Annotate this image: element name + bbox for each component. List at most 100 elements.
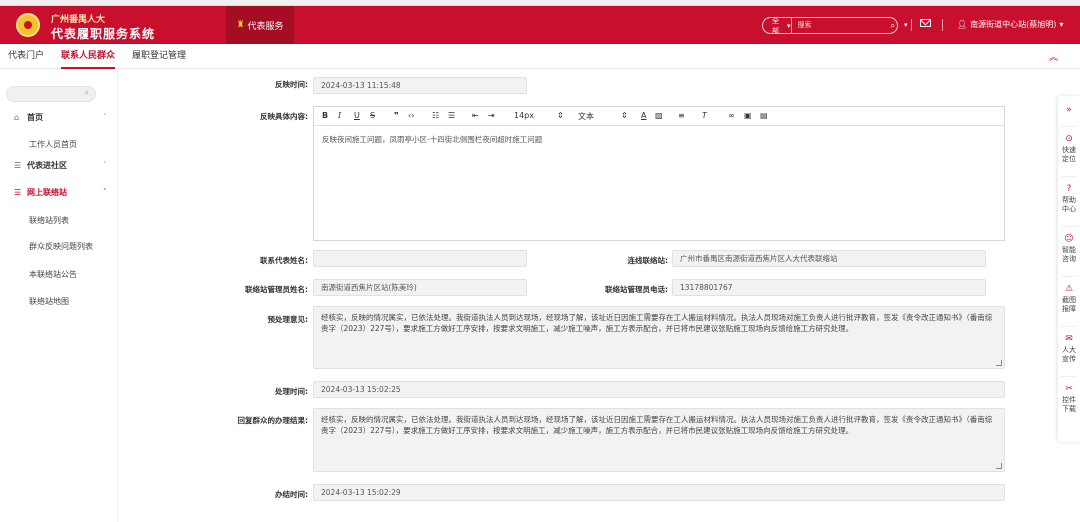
- manager-name-label: 联络站管理员姓名:: [245, 285, 308, 294]
- location-icon: ⊙: [1065, 134, 1073, 144]
- video-icon[interactable]: ▤: [760, 111, 768, 120]
- italic-icon[interactable]: I: [338, 111, 341, 120]
- warning-icon: ⚠: [1064, 284, 1074, 294]
- font-size-select[interactable]: 14px: [514, 111, 534, 120]
- tab-bar: 代表门户 联系人民群众 履职登记管理 ︽: [0, 44, 1080, 69]
- list-icon: ☰: [14, 187, 22, 197]
- sidebar-item-home[interactable]: ⌂ 首页 ˄: [0, 109, 118, 125]
- float-label: 快速定位: [1062, 146, 1076, 163]
- float-plugin-download[interactable]: ✂ 控件下载: [1058, 384, 1080, 414]
- editor-content: 反映夜间施工问题，凤雨亭小区-十四街北侧围栏夜间超时施工问题: [322, 135, 543, 144]
- image-icon[interactable]: ▣: [744, 111, 752, 120]
- resize-handle-icon[interactable]: [996, 360, 1002, 366]
- sidebar-sub-staff-home[interactable]: 工作人员首页: [29, 139, 77, 150]
- sidebar-search[interactable]: ⌕: [6, 86, 96, 102]
- search-box: 全部 ▾ ⌕: [762, 17, 898, 35]
- font-color-icon[interactable]: A: [641, 111, 646, 120]
- finish-time-field: 2024-03-13 15:02:29: [313, 484, 1005, 501]
- tab-rep-portal[interactable]: 代表门户: [8, 44, 44, 69]
- brand-subtitle: 广州番禺人大: [51, 15, 106, 25]
- resize-handle-icon[interactable]: [996, 463, 1002, 469]
- float-label: 人大宣传: [1062, 346, 1076, 363]
- tools-icon: ✂: [1065, 384, 1073, 394]
- user-menu[interactable]: 👤︎ 南源街道中心站(蔡旭明) ▾: [957, 19, 1063, 30]
- reply-textarea: 经核实，反映的情况属实，已依法处理。我街道执法人员到达现场，经现场了解，该址近日…: [313, 408, 1005, 472]
- chevron-updown-icon: ⇕: [621, 111, 628, 120]
- collapse-up-icon[interactable]: ︽: [1049, 50, 1058, 63]
- sidebar-sub-station-map[interactable]: 联络站地图: [29, 296, 69, 307]
- code-icon[interactable]: ‹›: [408, 111, 414, 120]
- user-service-icon: ♜: [236, 20, 245, 30]
- mail-icon[interactable]: [920, 19, 931, 27]
- emblem-logo: [16, 13, 40, 37]
- background-color-icon[interactable]: ▨: [655, 111, 663, 120]
- chevron-updown-icon: ⇕: [557, 111, 564, 120]
- chevron-down-icon: ▾: [1059, 20, 1064, 29]
- search-icon[interactable]: ⌕: [889, 21, 897, 31]
- search-dropdown-icon[interactable]: ▾: [904, 21, 908, 29]
- sidebar-item-label: 代表进社区: [27, 160, 67, 170]
- user-name: 南源街道中心站(蔡旭明): [970, 20, 1057, 29]
- collapse-right-icon[interactable]: »: [1058, 105, 1080, 115]
- tab-contact-public[interactable]: 联系人民群众: [61, 44, 116, 69]
- clear-format-icon[interactable]: T: [702, 111, 707, 120]
- sidebar-item-community[interactable]: ☰ 代表进社区 ˅: [0, 157, 118, 173]
- fanying-time-label: 反映时间:: [275, 80, 308, 89]
- sidebar-item-label: 网上联络站: [27, 187, 67, 197]
- strikethrough-icon[interactable]: S: [370, 111, 375, 120]
- float-divider: [1061, 326, 1077, 327]
- station-label: 连线联络站:: [627, 256, 669, 265]
- float-label: 智能咨询: [1062, 246, 1076, 263]
- chevron-up-icon: ˄: [103, 188, 107, 196]
- nav-rep-service-label: 代表服务: [247, 21, 284, 32]
- mail-icon: ✉: [1065, 334, 1073, 344]
- sidebar-item-online-station[interactable]: ☰ 网上联络站 ˄: [0, 184, 118, 200]
- pre-opinion-textarea: 经核实，反映的情况属实，已依法处理。我街道执法人员到达现场，经现场了解，该址近日…: [313, 306, 1005, 369]
- float-help-center[interactable]: ? 帮助中心: [1058, 184, 1080, 214]
- float-divider: [1061, 376, 1077, 377]
- finish-time-label: 办结时间:: [275, 490, 308, 499]
- detail-form: 反映时间: 2024-03-13 11:15:48 反映具体内容: B I U …: [118, 69, 1058, 522]
- float-smart-consult[interactable]: ☺ 智能咨询: [1058, 234, 1080, 264]
- sidebar-sub-station-list[interactable]: 联络站列表: [29, 215, 69, 226]
- underline-icon[interactable]: U: [354, 111, 360, 120]
- indent-icon[interactable]: ⇥: [488, 111, 495, 120]
- link-icon[interactable]: ∞: [728, 111, 735, 120]
- float-label: 帮助中心: [1062, 196, 1076, 213]
- tab-duty-registration[interactable]: 履职登记管理: [132, 44, 186, 69]
- float-divider: [1061, 126, 1077, 127]
- pre-opinion-text: 经核实，反映的情况属实，已依法处理。我街道执法人员到达现场，经现场了解，该址近日…: [321, 313, 993, 333]
- list-icon: ☰: [14, 160, 22, 170]
- search-scope-select[interactable]: 全部 ▾: [763, 17, 792, 35]
- content-label: 反映具体内容:: [260, 112, 308, 121]
- handle-time-label: 处理时间:: [275, 387, 308, 396]
- outdent-icon[interactable]: ⇤: [472, 111, 479, 120]
- manager-phone-field: 13178801767: [672, 279, 986, 296]
- sidebar: ⌕ ⌂ 首页 ˄ 工作人员首页 ☰ 代表进社区 ˅ ☰ 网上联络站 ˄ 联络站列…: [0, 69, 118, 522]
- sidebar-sub-issue-list[interactable]: 群众反映问题列表: [29, 241, 93, 252]
- text-style-select[interactable]: 文本: [578, 111, 594, 122]
- float-npc-promo[interactable]: ✉ 人大宣传: [1058, 334, 1080, 364]
- quote-icon[interactable]: ❞: [394, 111, 399, 120]
- float-label: 控件下载: [1062, 396, 1076, 413]
- rich-text-editor[interactable]: B I U S ❞ ‹› ☷ ☰ ⇤ ⇥ 14px ⇕ 文本 ⇕ A ▨ ≡ T…: [313, 106, 1005, 241]
- help-icon: ?: [1066, 184, 1072, 194]
- bold-icon[interactable]: B: [322, 111, 328, 120]
- nav-rep-service[interactable]: ♜ 代表服务: [226, 6, 294, 44]
- rep-name-label: 联系代表姓名:: [260, 256, 308, 265]
- header-divider: [911, 19, 912, 31]
- reply-text: 经核实，反映的情况属实，已依法处理。我街道执法人员到达现场，经现场了解，该址近日…: [321, 415, 993, 435]
- sidebar-item-label: 首页: [27, 112, 43, 122]
- fanying-time-field: 2024-03-13 11:15:48: [313, 77, 527, 94]
- align-icon[interactable]: ≡: [678, 111, 685, 120]
- sidebar-sub-announcement[interactable]: 本联络站公告: [29, 269, 77, 280]
- chevron-down-icon: ˅: [103, 161, 107, 169]
- float-quick-locate[interactable]: ⊙ 快速定位: [1058, 134, 1080, 164]
- bullet-list-icon[interactable]: ☰: [448, 111, 455, 120]
- float-label: 截图报障: [1062, 296, 1076, 313]
- chevron-up-icon: ˄: [103, 113, 107, 121]
- search-input[interactable]: [791, 18, 889, 33]
- float-screenshot-report[interactable]: ⚠ 截图报障: [1058, 284, 1080, 314]
- chat-icon: ☺: [1064, 234, 1074, 244]
- ordered-list-icon[interactable]: ☷: [432, 111, 439, 120]
